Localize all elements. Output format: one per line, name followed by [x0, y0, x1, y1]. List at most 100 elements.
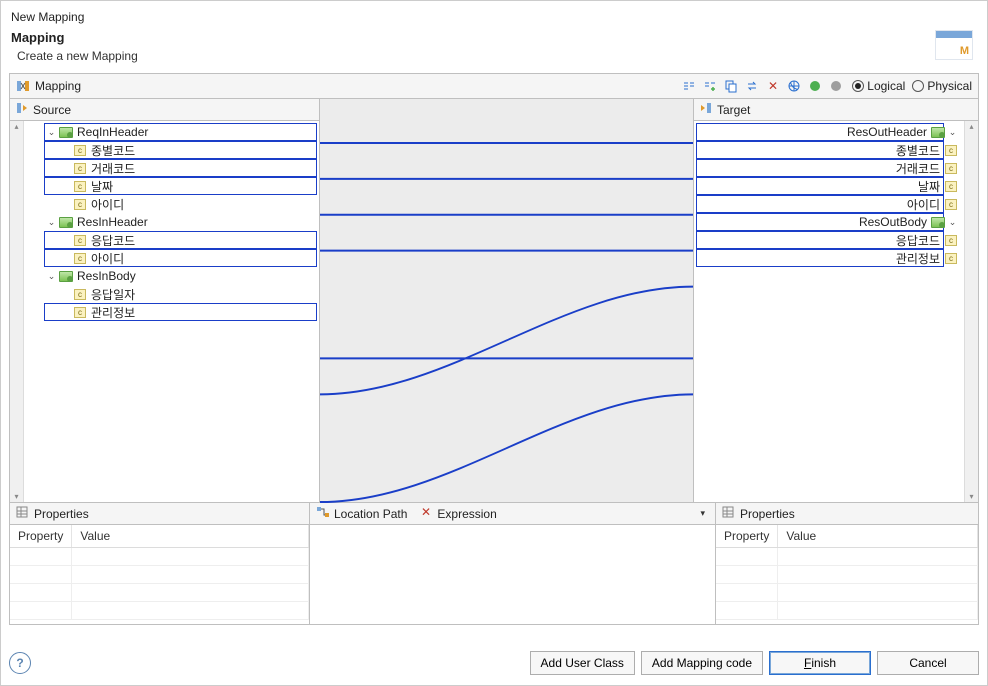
source-node-label: 응답일자 — [91, 286, 135, 303]
target-node-label: ResOutHeader — [847, 125, 927, 139]
field-icon: c — [73, 234, 87, 246]
source-field-row[interactable]: c 관리정보 — [26, 303, 317, 321]
expand-toggle-icon[interactable]: ⌄ — [46, 271, 57, 282]
field-icon: c — [944, 180, 958, 192]
cancel-button[interactable]: Cancel — [877, 651, 979, 675]
scroll-up-icon[interactable]: ▴ — [14, 122, 18, 131]
scroll-down-icon[interactable]: ▾ — [14, 492, 18, 501]
source-node-label: 관리정보 — [91, 304, 135, 321]
source-pane-icon — [16, 102, 28, 117]
toolbar-swap-icon[interactable] — [743, 77, 761, 95]
target-field-row[interactable]: 날짜 c — [696, 177, 962, 195]
toolbar-map-add-icon[interactable] — [701, 77, 719, 95]
radio-logical[interactable]: Logical — [852, 79, 905, 93]
source-node-label: ResInHeader — [77, 215, 148, 229]
group-icon — [931, 216, 945, 228]
tab-expression[interactable]: ✕ Expression — [421, 506, 496, 521]
radio-physical[interactable]: Physical — [912, 79, 972, 93]
expand-toggle-icon[interactable]: ⌄ — [46, 127, 57, 138]
svg-text:✕: ✕ — [421, 506, 431, 518]
toolbar-globe-icon[interactable] — [785, 77, 803, 95]
target-group-row[interactable]: ResOutHeader ⌄ — [696, 123, 962, 141]
target-pane-icon — [700, 102, 712, 117]
source-node-label: 날짜 — [91, 178, 113, 195]
target-scrollbar[interactable]: ▴ ▾ — [964, 121, 978, 502]
expand-toggle-icon[interactable]: ⌄ — [947, 127, 958, 138]
source-field-row[interactable]: c아이디 — [26, 195, 317, 213]
expand-toggle-icon[interactable]: ⌄ — [46, 217, 57, 228]
target-properties-table[interactable]: PropertyValue — [716, 525, 978, 620]
finish-button[interactable]: Finish — [769, 651, 871, 675]
mapping-section-icon — [16, 79, 30, 93]
properties-icon — [722, 506, 734, 521]
field-icon: c — [73, 144, 87, 156]
field-icon: c — [944, 234, 958, 246]
source-field-row[interactable]: c거래코드 — [26, 159, 317, 177]
help-button[interactable]: ? — [9, 652, 31, 674]
field-icon: c — [944, 198, 958, 210]
group-icon — [59, 216, 73, 228]
source-group-row[interactable]: ⌄ResInBody — [26, 267, 317, 285]
properties-icon — [16, 506, 28, 521]
tab-location-path-label: Location Path — [334, 507, 407, 521]
source-field-row[interactable]: c날짜 — [26, 177, 317, 195]
svg-text:✕: ✕ — [768, 79, 778, 93]
field-icon: c — [73, 306, 87, 318]
group-icon — [59, 126, 73, 138]
source-group-row[interactable]: ⌄ReqInHeader — [26, 123, 317, 141]
value-col-header: Value — [72, 525, 309, 548]
target-group-row[interactable]: ResOutBody ⌄ — [696, 213, 962, 231]
scroll-up-icon[interactable]: ▴ — [969, 122, 973, 131]
location-path-body[interactable] — [310, 525, 715, 624]
target-properties-label: Properties — [740, 507, 795, 521]
add-mapping-code-button[interactable]: Add Mapping code — [641, 651, 763, 675]
expression-icon: ✕ — [421, 506, 433, 521]
toolbar-var-x-icon[interactable]: ✕ — [764, 77, 782, 95]
source-node-label: 아이디 — [91, 196, 124, 213]
target-node-label: ResOutBody — [859, 215, 927, 229]
mapping-wizard-icon: M — [935, 30, 973, 60]
field-icon: c — [944, 144, 958, 156]
toolbar-map-icon[interactable] — [680, 77, 698, 95]
target-field-row[interactable]: 종별코드 c — [696, 141, 962, 159]
property-col-header: Property — [10, 525, 72, 548]
target-field-row[interactable]: 아이디 c — [696, 195, 962, 213]
toolbar-copy-icon[interactable] — [722, 77, 740, 95]
source-group-row[interactable]: ⌄ ResInHeader — [26, 213, 317, 231]
field-icon: c — [73, 162, 87, 174]
source-node-label: 아이디 — [91, 250, 124, 267]
target-pane-label: Target — [717, 103, 750, 117]
source-field-row[interactable]: c 아이디 — [26, 249, 317, 267]
target-field-row[interactable]: 응답코드 c — [696, 231, 962, 249]
target-node-label: 종별코드 — [896, 142, 940, 159]
source-field-row[interactable]: c응답코드 — [26, 231, 317, 249]
page-heading: Mapping — [11, 30, 138, 45]
tab-location-path[interactable]: Location Path — [316, 506, 407, 521]
target-node-label: 아이디 — [907, 196, 940, 213]
source-scrollbar[interactable]: ▴ ▾ — [10, 121, 24, 502]
window-title: New Mapping — [11, 7, 977, 30]
expand-toggle-icon[interactable]: ⌄ — [947, 217, 958, 228]
panel-menu-dropdown-icon[interactable]: ▾ — [696, 506, 709, 521]
source-pane-label: Source — [33, 103, 71, 117]
add-user-class-button[interactable]: Add User Class — [530, 651, 635, 675]
target-field-row[interactable]: 거래코드c — [696, 159, 962, 177]
target-node-label: 날짜 — [918, 178, 940, 195]
toolbar-dot-green-icon[interactable] — [806, 77, 824, 95]
source-properties-table[interactable]: PropertyValue — [10, 525, 309, 620]
group-icon — [931, 126, 945, 138]
field-icon: c — [73, 252, 87, 264]
scroll-down-icon[interactable]: ▾ — [969, 492, 973, 501]
source-field-row[interactable]: c종별코드 — [26, 141, 317, 159]
field-icon: c — [944, 252, 958, 264]
target-node-label: 응답코드 — [896, 232, 940, 249]
page-subtitle: Create a new Mapping — [11, 45, 138, 73]
field-icon: c — [944, 162, 958, 174]
tab-expression-label: Expression — [437, 507, 496, 521]
toolbar-dot-grey-icon[interactable] — [827, 77, 845, 95]
value-col-header: Value — [778, 525, 978, 548]
mapping-section-label: Mapping — [35, 79, 81, 93]
source-field-row[interactable]: c응답일자 — [26, 285, 317, 303]
radio-physical-label: Physical — [927, 79, 972, 93]
target-field-row[interactable]: 관리정보c — [696, 249, 962, 267]
